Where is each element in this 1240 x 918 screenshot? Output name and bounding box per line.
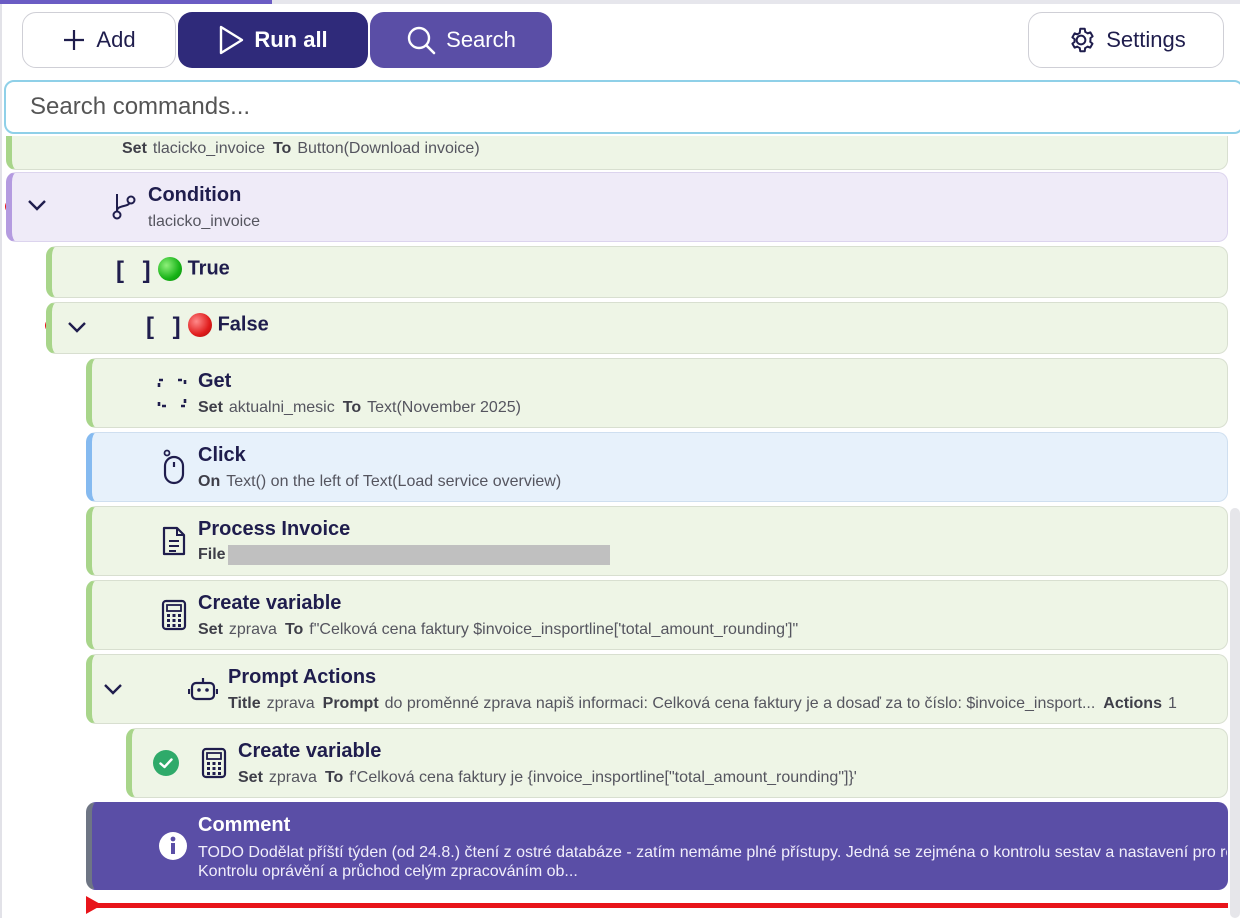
step-title: Condition [148,184,242,206]
brackets-icon: [ ] [116,257,157,284]
scan-icon [157,378,187,408]
step-title: Comment [198,814,291,836]
calculator-icon [161,599,187,631]
step-title: Create variable [198,592,342,614]
step-detail: Set tlacicko_invoice To Button(Download inv… [122,140,480,157]
step-detail: File [198,545,610,565]
step-create-variable[interactable]: Create variable Set zprava To f"Celková cen… [86,580,1228,650]
green-status-icon [158,257,182,281]
step-detail: Set zprava To f'Celková cena faktury je {in… [238,769,857,786]
step-comment[interactable]: Comment TODO Dodělat příští týden (od 24… [86,802,1228,890]
robot-icon [188,678,218,701]
calculator-icon [201,747,227,779]
vertical-scrollbar[interactable] [1230,508,1240,918]
step-prompt-actions[interactable]: Prompt Actions Title zprava Prompt do promě… [86,654,1228,724]
branch-icon [112,194,136,220]
brackets-icon: [ ] [146,313,187,340]
step-true-branch[interactable]: [ ] True [46,246,1228,298]
step-condition[interactable]: Condition tlacicko_invoice [6,172,1228,242]
add-button-label: Add [96,27,136,52]
step-detail: tlacicko_invoice [148,213,261,230]
step-set-partial[interactable]: Set tlacicko_invoice To Button(Download inv… [6,136,1228,170]
info-icon [159,832,187,860]
red-status-icon [188,313,212,337]
drop-indicator-line [86,903,1228,908]
search-button[interactable]: Search [370,12,552,68]
mouse-icon [163,449,185,485]
add-button[interactable]: Add [22,12,176,68]
chevron-down-icon[interactable] [66,319,88,335]
check-circle-icon [153,750,179,776]
search-commands-input[interactable] [28,92,1220,122]
settings-button-label: Settings [1106,27,1186,52]
step-title: True [158,257,230,281]
gear-icon [1071,27,1094,53]
settings-button[interactable]: Settings [1028,12,1224,68]
step-detail: Set zprava To f"Celková cena faktury $invoi… [198,621,799,638]
step-detail: On Text() on the left of Text(Load servic… [198,473,562,490]
plus-icon [64,30,85,50]
step-process-invoice[interactable]: Process Invoice File [86,506,1228,576]
step-get[interactable]: Get Set aktualni_mesic To Text(November 202… [86,358,1228,428]
step-title: Process Invoice [198,518,351,540]
run-all-button[interactable]: Run all [178,12,368,68]
chevron-down-icon[interactable] [26,197,48,213]
run-all-button-label: Run all [254,27,328,52]
redacted-file-path [227,545,610,565]
step-title: False [188,313,269,337]
search-button-label: Search [446,27,516,52]
play-icon [220,25,244,55]
step-title: Create variable [238,740,382,762]
search-commands-box [4,80,1240,134]
step-click[interactable]: Click On Text() on the left of Text(Load … [86,432,1228,502]
chevron-down-icon[interactable] [102,681,124,697]
step-title: Click [198,444,246,466]
step-title: Get [198,370,232,392]
search-icon [407,26,436,55]
step-false-branch[interactable]: [ ] False [46,302,1228,354]
step-title: Prompt Actions [228,666,377,688]
step-create-variable-nested[interactable]: Create variable Set zprava To f'Celková cen… [126,728,1228,798]
comment-text: TODO Dodělat příští týden (od 24.8.) čte… [198,844,1228,880]
document-icon [162,526,186,556]
step-detail: Set aktualni_mesic To Text(November 2025) [198,399,521,416]
step-detail: Title zprava Prompt do proměnné zprava napi… [228,695,1177,712]
